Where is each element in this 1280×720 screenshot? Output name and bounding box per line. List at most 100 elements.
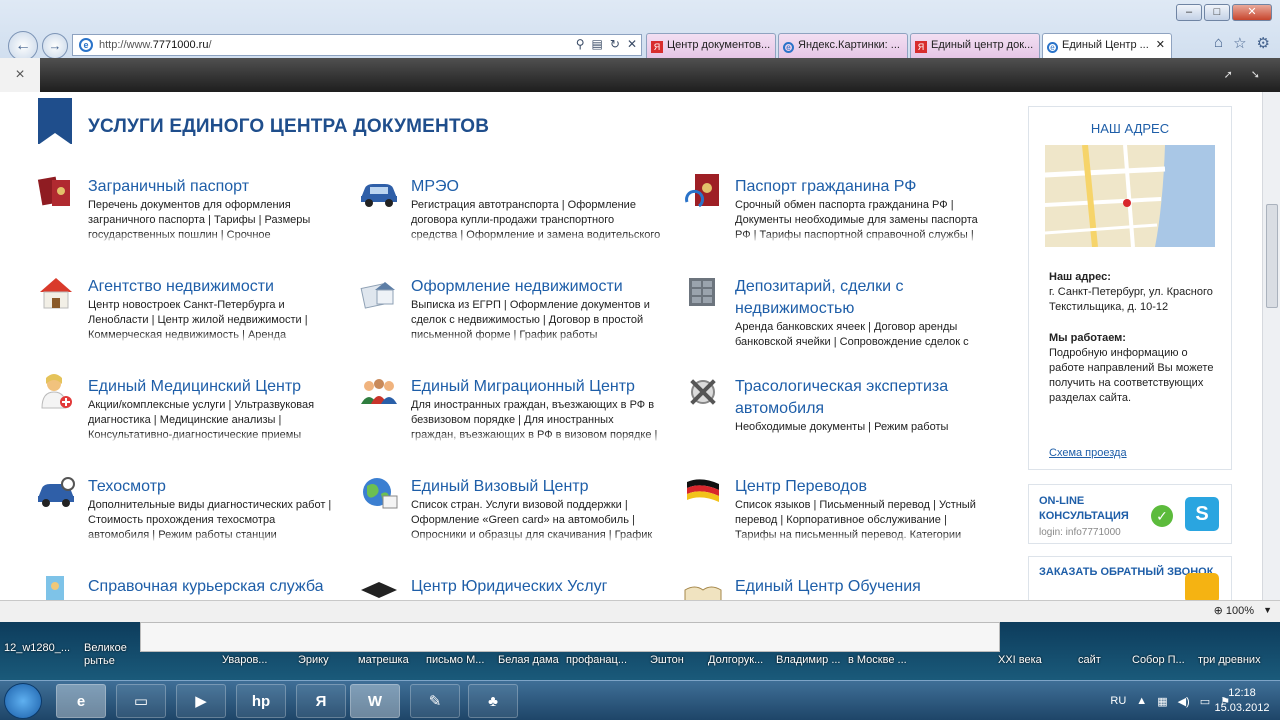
service-desc[interactable]: Перечень документов для оформления загра… xyxy=(88,198,338,243)
service-title[interactable]: МРЭО xyxy=(411,176,661,198)
desktop-icon-label[interactable]: профанац... xyxy=(566,654,627,666)
network-icon[interactable]: ▦ xyxy=(1157,695,1167,708)
word-taskbar-icon[interactable]: W xyxy=(350,684,400,718)
ie-taskbar-icon[interactable]: e xyxy=(56,684,106,718)
service-desc[interactable]: Акции/комплексные услуги | Ультразвукова… xyxy=(88,398,338,443)
desktop-icon-label[interactable]: XXI века xyxy=(998,654,1042,666)
service-title[interactable]: Оформление недвижимости xyxy=(411,276,661,298)
media-player-taskbar-icon[interactable]: ▶ xyxy=(176,684,226,718)
tab-1[interactable]: Я Центр документов... xyxy=(646,33,776,58)
desktop-icon-label[interactable]: матрешка xyxy=(358,654,409,666)
network-taskbar-icon[interactable]: ♣ xyxy=(468,684,518,718)
home-icon[interactable]: ⌂ xyxy=(1214,34,1223,52)
map-image[interactable] xyxy=(1045,145,1215,247)
desktop-icon-label[interactable]: Великое рытье xyxy=(84,642,128,668)
back-button[interactable]: ← xyxy=(8,31,38,61)
paint-taskbar-icon[interactable]: ✎ xyxy=(410,684,460,718)
gear-icon[interactable]: ⚙ xyxy=(1257,34,1270,52)
desktop-icon-label[interactable]: письмо М... xyxy=(426,654,484,666)
service-title[interactable]: Паспорт гражданина РФ xyxy=(735,176,985,198)
tab-3[interactable]: Я Единый центр док... xyxy=(910,33,1040,58)
minimize-button[interactable]: – xyxy=(1176,4,1202,21)
service-title[interactable]: Заграничный паспорт xyxy=(88,176,338,198)
service-desc[interactable]: Список стран. Услуги визовой поддержки |… xyxy=(411,498,661,543)
desktop-icon-label[interactable]: 12_w1280_... xyxy=(4,642,70,654)
service-title[interactable]: Депозитарий, сделки с недвижимостью xyxy=(735,276,985,320)
compatibility-icon[interactable]: ▤ xyxy=(592,37,603,51)
desktop-icon-label[interactable]: в Москве ... xyxy=(848,654,907,666)
service-title[interactable]: Центр Переводов xyxy=(735,476,985,498)
tab-4-active[interactable]: e Единый Центр ... ✕ xyxy=(1042,33,1172,58)
favorites-icon[interactable]: ☆ xyxy=(1233,34,1246,52)
close-window-button[interactable]: ✕ xyxy=(1232,4,1272,21)
service-item: Единый Медицинский Центр Акции/комплексн… xyxy=(41,374,338,443)
address-bar[interactable]: e http://www.7771000.ru/ ⚲ ▤ ↻ ✕ xyxy=(72,34,642,56)
hp-taskbar-icon[interactable]: hp xyxy=(236,684,286,718)
monitor-icon[interactable]: ▭ xyxy=(1200,695,1210,708)
service-desc[interactable]: Аренда банковских ячеек | Договор аренды… xyxy=(735,320,985,365)
route-map-link[interactable]: Схема проезда xyxy=(1049,447,1127,459)
close-tab-icon[interactable]: ✕ xyxy=(1156,34,1165,57)
desktop-icon-label[interactable]: сайт xyxy=(1078,654,1101,666)
explorer-taskbar-icon[interactable]: ▭ xyxy=(116,684,166,718)
tools-icon xyxy=(690,379,716,405)
language-indicator[interactable]: RU xyxy=(1110,695,1126,707)
taskbar: e ▭ ▶ hp Я W ✎ ♣ RU ▲ ▦ ◀) ▭ ⚑ 12:18 15.… xyxy=(0,680,1280,720)
desktop-icon-label[interactable]: Долгорук... xyxy=(708,654,763,666)
phone-icon[interactable] xyxy=(1185,573,1219,600)
clock[interactable]: 12:18 15.03.2012 xyxy=(1212,686,1272,716)
callback-panel[interactable]: ЗАКАЗАТЬ ОБРАТНЫЙ ЗВОНОК xyxy=(1028,556,1232,600)
service-desc[interactable]: Регистрация автотранспорта | Оформление … xyxy=(411,198,661,243)
service-title[interactable]: Единый Миграционный Центр xyxy=(411,376,661,398)
yandex-taskbar-icon[interactable]: Я xyxy=(296,684,346,718)
desktop-icon-label[interactable]: три древних xyxy=(1198,654,1261,666)
service-title[interactable]: Единый Медицинский Центр xyxy=(88,376,338,398)
expand-icon[interactable]: ➘ xyxy=(1251,68,1260,81)
close-bar-icon[interactable]: × xyxy=(0,58,40,92)
vertical-scrollbar[interactable] xyxy=(1262,92,1280,600)
service-desc[interactable]: Необходимые документы | Режим работы xyxy=(735,420,985,465)
service-title[interactable]: Единый Центр Обучения xyxy=(735,576,995,598)
command-bar: × ➚ ➘ xyxy=(0,58,1280,92)
scroll-thumb[interactable] xyxy=(1266,204,1278,308)
desktop-icon-label[interactable]: Владимир ... xyxy=(776,654,841,666)
service-desc[interactable]: Список языков | Письменный перевод | Уст… xyxy=(735,498,985,543)
service-title[interactable]: Агентство недвижимости xyxy=(88,276,338,298)
desktop-icon-label[interactable]: Эрику xyxy=(298,654,329,666)
service-desc[interactable]: Срочный обмен паспорта гражданина РФ | Д… xyxy=(735,198,985,243)
stop-icon[interactable]: ✕ xyxy=(627,37,637,51)
tab-2[interactable]: e Яндекс.Картинки: ... xyxy=(778,33,908,58)
desktop-background: 12_w1280_... Великое рытье Уваров... Эри… xyxy=(0,622,1280,680)
service-title[interactable]: Справочная курьерская служба xyxy=(88,576,348,598)
online-consult-panel[interactable]: ON-LINE КОНСУЛЬТАЦИЯ login: info7771000 … xyxy=(1028,484,1232,544)
doctor-icon xyxy=(41,374,72,409)
zoom-dropdown-icon[interactable]: ▼ xyxy=(1263,605,1272,615)
address-label: Наш адрес: xyxy=(1049,271,1111,283)
globe-icon xyxy=(363,478,398,509)
service-title[interactable]: Единый Визовый Центр xyxy=(411,476,661,498)
desktop-icon-label[interactable]: Уваров... xyxy=(222,654,267,666)
start-button[interactable] xyxy=(4,683,42,719)
service-desc[interactable]: Выписка из ЕГРП | Оформление документов … xyxy=(411,298,661,343)
skype-icon[interactable]: S xyxy=(1185,497,1219,531)
desktop-icon-label[interactable]: Эштон xyxy=(650,654,684,666)
desktop-icon-label[interactable]: Белая дама xyxy=(498,654,559,666)
service-title[interactable]: Центр Юридических Услуг xyxy=(411,576,671,598)
search-icon[interactable]: ⚲ xyxy=(576,37,585,51)
service-desc[interactable]: Дополнительные виды диагностических рабо… xyxy=(88,498,338,543)
refresh-icon[interactable]: ↻ xyxy=(610,37,620,51)
service-item: Техосмотр Дополнительные виды диагностич… xyxy=(38,476,338,543)
desktop-icon-label[interactable]: Собор П... xyxy=(1132,654,1185,666)
service-desc[interactable]: Центр новостроек Санкт-Петербурга и Лено… xyxy=(88,298,338,343)
service-desc[interactable]: Для иностранных граждан, въезжающих в РФ… xyxy=(411,398,661,443)
volume-icon[interactable]: ◀) xyxy=(1178,695,1190,708)
address-url[interactable]: http://www.7771000.ru/ xyxy=(99,39,212,51)
zoom-level[interactable]: ⊕ 100% xyxy=(1214,604,1254,617)
forward-button[interactable]: → xyxy=(42,33,68,59)
maximize-button[interactable]: □ xyxy=(1204,4,1230,21)
tray-arrow-icon[interactable]: ▲ xyxy=(1136,695,1147,707)
service-title[interactable]: Техосмотр xyxy=(88,476,338,498)
pin-icon[interactable]: ➚ xyxy=(1224,68,1233,81)
graduation-cap-icon xyxy=(361,582,397,598)
service-title[interactable]: Трасологическая экспертиза автомобиля xyxy=(735,376,985,420)
